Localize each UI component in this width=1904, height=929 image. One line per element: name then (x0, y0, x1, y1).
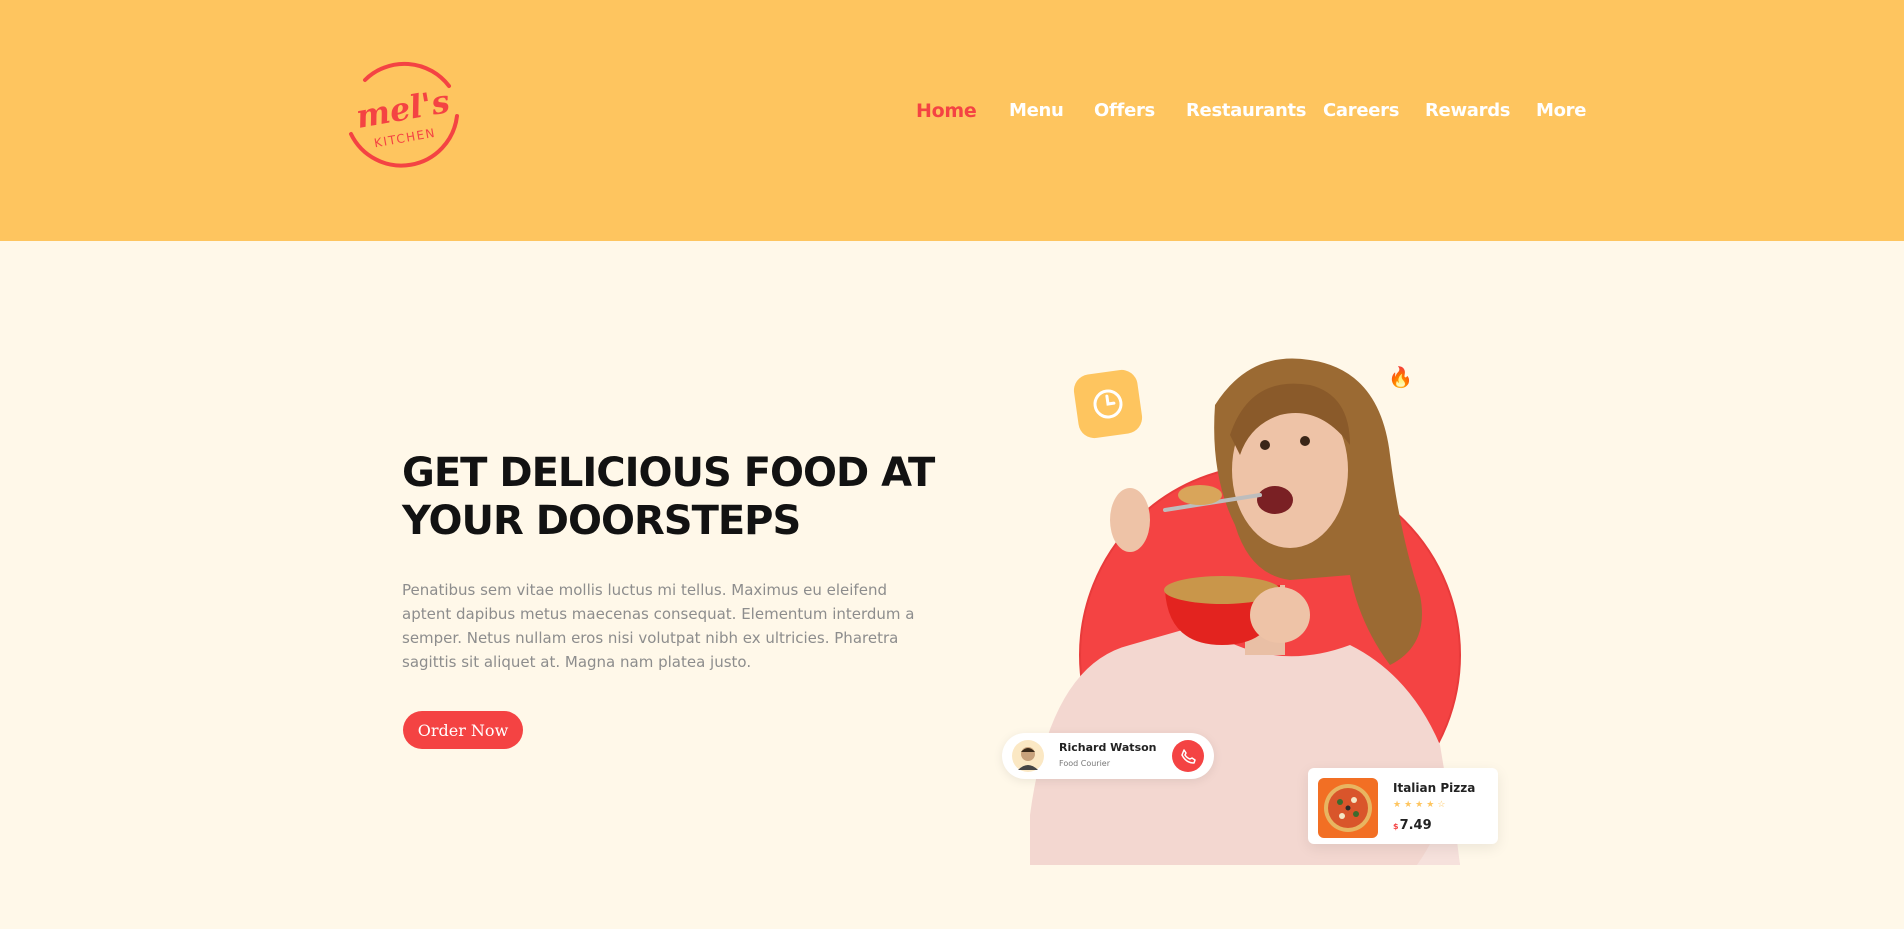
rating-stars: ★★★★☆ (1393, 799, 1448, 810)
clock-badge (1071, 367, 1145, 441)
order-now-button[interactable]: Order Now (403, 711, 523, 749)
nav-item-careers[interactable]: Careers (1323, 100, 1399, 121)
courier-role: Food Courier (1059, 759, 1110, 768)
pizza-thumbnail (1318, 778, 1378, 838)
hero-title-line-2: YOUR DOORSTEPS (402, 498, 801, 544)
star-icon: ★ (1415, 799, 1427, 809)
price-currency: $ (1393, 822, 1399, 831)
courier-name: Richard Watson (1059, 741, 1157, 754)
nav-item-home[interactable]: Home (916, 100, 977, 122)
hero-title: GET DELICIOUS FOOD AT YOUR DOORSTEPS (402, 449, 962, 545)
fire-icon: 🔥 (1388, 367, 1413, 389)
nav-item-restaurants[interactable]: Restaurants (1186, 100, 1307, 121)
phone-icon (1181, 749, 1196, 764)
courier-card: Richard Watson Food Courier (1002, 733, 1214, 779)
hero-description: Penatibus sem vitae mollis luctus mi tel… (402, 581, 915, 671)
product-price: $7.49 (1393, 818, 1432, 833)
site-header: mel's KITCHEN Home Menu Offers Restauran… (0, 0, 1904, 241)
hero-title-line-1: GET DELICIOUS FOOD AT (402, 450, 935, 496)
product-card[interactable]: Italian Pizza ★★★★☆ $7.49 (1308, 768, 1498, 844)
price-value: 7.49 (1399, 818, 1432, 833)
svg-text:mel's: mel's (353, 82, 452, 136)
mels-kitchen-logo[interactable]: mel's KITCHEN (345, 50, 463, 176)
star-outline-icon: ☆ (1437, 799, 1449, 809)
star-icon: ★ (1404, 799, 1416, 809)
star-icon: ★ (1426, 799, 1438, 809)
nav-item-offers[interactable]: Offers (1094, 100, 1155, 121)
product-name: Italian Pizza (1393, 781, 1476, 795)
call-courier-button[interactable] (1172, 740, 1204, 772)
star-icon: ★ (1393, 799, 1405, 809)
nav-item-more[interactable]: More (1536, 100, 1586, 121)
courier-avatar (1012, 740, 1044, 772)
clock-icon (1093, 389, 1123, 419)
nav-item-menu[interactable]: Menu (1009, 100, 1064, 121)
nav-item-rewards[interactable]: Rewards (1425, 100, 1511, 121)
